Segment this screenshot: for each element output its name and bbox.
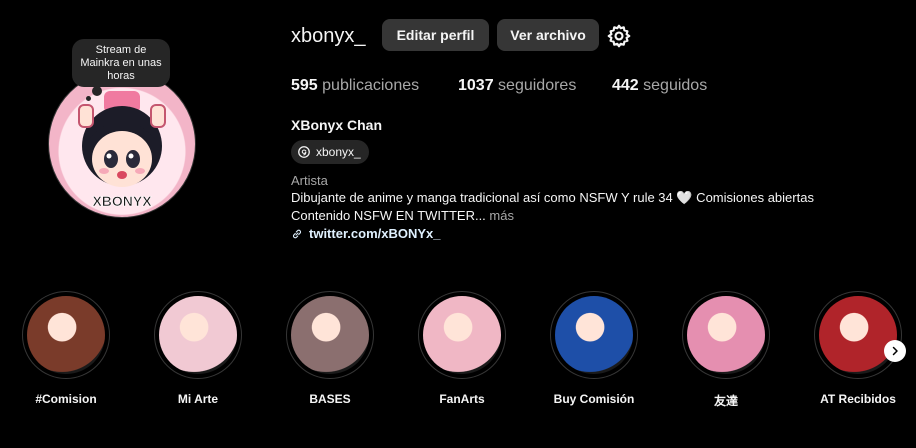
highlight-image bbox=[291, 296, 369, 374]
avatar-image[interactable]: XBONYX bbox=[48, 70, 196, 218]
followers-stat[interactable]: 1037 seguidores bbox=[458, 77, 576, 95]
following-stat[interactable]: 442 seguidos bbox=[612, 77, 707, 95]
threads-icon bbox=[298, 146, 310, 158]
profile-category: Artista bbox=[291, 173, 328, 188]
posts-stat: 595 publicaciones bbox=[291, 77, 419, 95]
avatar-logo-text: XBONYX bbox=[92, 193, 152, 209]
note-text: Stream de Mainkra en unas horas bbox=[80, 43, 162, 82]
chevron-right-icon bbox=[892, 346, 898, 356]
highlight-item[interactable]: Mi Arte bbox=[154, 291, 242, 406]
bio-line-2-text: Contenido NSFW EN TWITTER... bbox=[291, 208, 486, 223]
highlight-cover[interactable] bbox=[418, 291, 506, 379]
followers-count: 1037 bbox=[458, 77, 494, 94]
edit-profile-button[interactable]: Editar perfil bbox=[382, 19, 489, 51]
highlight-cover[interactable] bbox=[286, 291, 374, 379]
highlight-item[interactable]: 友達 bbox=[682, 291, 770, 409]
posts-count: 595 bbox=[291, 77, 318, 94]
highlight-cover[interactable] bbox=[154, 291, 242, 379]
highlight-image bbox=[27, 296, 105, 374]
note-dot bbox=[92, 86, 102, 96]
threads-handle: xbonyx_ bbox=[316, 145, 361, 159]
posts-label: publicaciones bbox=[322, 77, 420, 94]
link-icon bbox=[292, 229, 302, 238]
username: xbonyx_ bbox=[291, 25, 366, 47]
highlight-cover[interactable] bbox=[814, 291, 902, 379]
highlight-item[interactable]: #Comision bbox=[22, 291, 110, 406]
highlights-next-button[interactable] bbox=[884, 340, 906, 362]
highlight-label: 友達 bbox=[713, 394, 738, 408]
highlight-image bbox=[159, 296, 237, 374]
highlight-label: #Comision bbox=[35, 392, 97, 406]
following-label: seguidos bbox=[643, 77, 708, 94]
bio-line-1: Dibujante de anime y manga tradicional a… bbox=[291, 190, 814, 205]
note-bubble[interactable]: Stream de Mainkra en unas horas bbox=[72, 39, 170, 87]
bio-line-2: Contenido NSFW EN TWITTER... más bbox=[291, 208, 514, 223]
full-name: XBonyx Chan bbox=[291, 117, 383, 133]
highlight-image bbox=[819, 296, 897, 374]
view-archive-button[interactable]: Ver archivo bbox=[497, 19, 599, 51]
profile-avatar[interactable]: XBONYX bbox=[48, 70, 196, 218]
profile-link-text: twitter.com/xBONYx_ bbox=[309, 226, 441, 241]
highlight-item[interactable]: BASES bbox=[286, 291, 374, 406]
note-dot-small bbox=[86, 96, 91, 101]
highlight-label: BASES bbox=[309, 392, 351, 406]
more-link[interactable]: más bbox=[489, 208, 514, 223]
highlight-label: Buy Comisión bbox=[553, 392, 635, 406]
threads-badge[interactable]: xbonyx_ bbox=[291, 140, 369, 164]
highlight-label: AT Recibidos bbox=[820, 392, 896, 406]
highlight-item[interactable]: FanArts bbox=[418, 291, 506, 406]
highlight-cover[interactable] bbox=[22, 291, 110, 379]
highlight-cover[interactable] bbox=[550, 291, 638, 379]
following-count: 442 bbox=[612, 77, 639, 94]
profile-link[interactable]: twitter.com/xBONYx_ bbox=[291, 226, 441, 241]
highlight-image bbox=[555, 296, 633, 374]
avatar-illustration: XBONYX bbox=[78, 91, 166, 209]
highlight-label: Mi Arte bbox=[177, 392, 219, 406]
gear-icon[interactable] bbox=[606, 23, 632, 49]
highlight-image bbox=[423, 296, 501, 374]
highlight-image bbox=[687, 296, 765, 374]
highlight-item[interactable]: Buy Comisión bbox=[550, 291, 638, 406]
followers-label: seguidores bbox=[498, 77, 577, 94]
highlight-label: FanArts bbox=[439, 392, 485, 406]
highlight-cover[interactable] bbox=[682, 291, 770, 379]
